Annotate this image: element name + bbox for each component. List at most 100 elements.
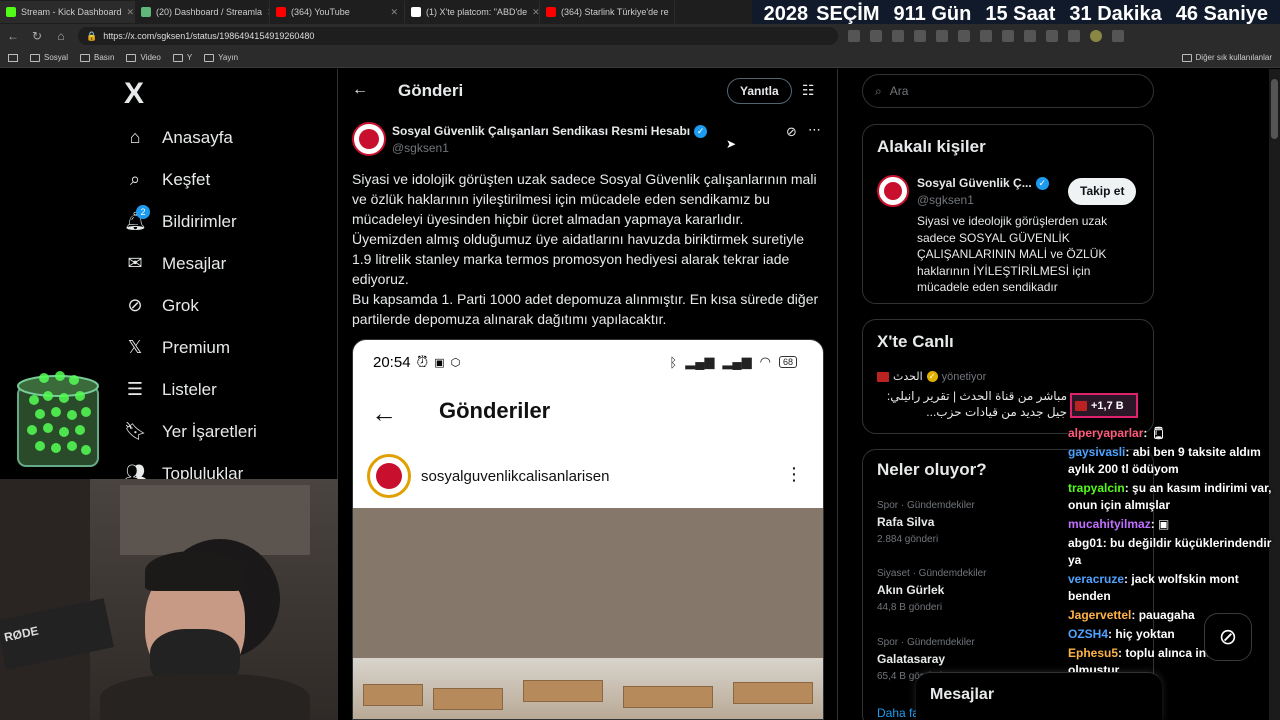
browser-tab[interactable]: (1) X'te platcom: "ABD'de ✕ [405, 1, 540, 23]
scrollbar-thumb[interactable] [1271, 79, 1278, 139]
close-icon[interactable]: ✕ [127, 7, 134, 18]
tab-title: Stream - Kick Dashboard [21, 7, 122, 17]
browser-tab[interactable]: Stream - Kick Dashboard ✕ [0, 1, 135, 23]
folder-icon [126, 53, 137, 62]
extension-icon[interactable] [870, 30, 882, 42]
battery-icon: 68 [778, 356, 797, 368]
extension-icon[interactable] [1090, 30, 1102, 42]
back-arrow-icon[interactable]: ← [352, 81, 368, 99]
browser-tab[interactable]: (364) YouTube ✕ [270, 1, 405, 23]
trend-name[interactable]: Akın Gürlek [877, 583, 944, 597]
more-vertical-icon: ⋮ [785, 464, 803, 484]
logo-emblem [376, 463, 402, 489]
extension-icon[interactable] [958, 30, 970, 42]
trend-count: 44,8 B gönderi [877, 602, 943, 613]
bookmark-sidebar-icon[interactable] [8, 53, 18, 62]
trend-name[interactable]: Galatasaray [877, 652, 945, 666]
countdown-label: SEÇİM [816, 2, 880, 25]
avatar [367, 454, 411, 498]
post-paragraph: Bu kapsamda 1. Parti 1000 adet depomuza … [352, 291, 819, 327]
nav-item-home[interactable]: ⌂ Anasayfa [124, 127, 233, 148]
extension-icon[interactable] [1068, 30, 1080, 42]
carton-box [523, 680, 603, 702]
close-icon[interactable]: ✕ [674, 7, 675, 18]
nav-item-premium[interactable]: 𝕏 Premium [124, 337, 230, 358]
search-input[interactable]: ⌕ Ara [862, 74, 1154, 108]
nav-item-notifications[interactable]: 🔔︎ 2 Bildirimler [124, 205, 237, 232]
nav-item-grok[interactable]: ⊘ Grok [124, 295, 198, 316]
browser-tab[interactable]: (20) Dashboard / Streamla✕ [135, 1, 270, 23]
tab-title: (364) YouTube [291, 7, 350, 17]
signal-icon: ▂▄▆ [685, 354, 715, 369]
notification-badge: 2 [136, 205, 150, 219]
grok-floating-button[interactable]: ⊘ [1204, 613, 1252, 661]
url-field[interactable]: 🔒 https://x.com/sgksen1/status/1986494154… [78, 27, 838, 45]
wifi-icon: ◠ [759, 354, 771, 369]
live-source[interactable]: الحدث ✓ yönetiyor [877, 370, 986, 383]
mail-icon: ✉ [127, 253, 143, 273]
extension-icon[interactable] [1046, 30, 1058, 42]
extension-icon[interactable] [848, 30, 860, 42]
settings-sliders-icon[interactable]: ☷ [802, 82, 815, 99]
webcam-feed: RØDE [0, 479, 338, 720]
youtube-icon [546, 7, 556, 17]
reply-button[interactable]: Yanıtla [727, 78, 792, 104]
post-header: ← Gönderi Yanıtla ☷ [338, 69, 839, 113]
nav-item-messages[interactable]: ✉ Mesajlar [124, 253, 226, 274]
post-author[interactable]: Sosyal Güvenlik Çalışanları Sendikası Re… [392, 124, 708, 138]
extension-icon[interactable] [1024, 30, 1036, 42]
post-paragraph: Siyasi ve idolojik görüşten uzak sadece … [352, 171, 817, 227]
post-media-image[interactable]: 20:54 ⏰︎ ▣ ⬡ ᛒ ▂▄▆ ▂▄▆ ◠ 68 ← Gönderiler sosyal… [352, 339, 824, 720]
show-more-link[interactable]: Daha fa [877, 706, 919, 720]
avatar[interactable] [877, 175, 909, 207]
back-icon[interactable]: ← [6, 29, 20, 43]
close-icon[interactable]: ✕ [390, 7, 398, 18]
streamlabs-icon [141, 7, 151, 17]
extension-icon[interactable] [980, 30, 992, 42]
verified-icon: ✓ [694, 124, 708, 138]
nav-item-explore[interactable]: ⌕ Keşfet [124, 169, 210, 190]
follow-button[interactable]: Takip et [1068, 178, 1137, 205]
shield-icon: ⬡ [450, 357, 461, 369]
countdown-days: 911 Gün [893, 2, 972, 25]
folder-icon [1181, 53, 1192, 62]
extension-icon[interactable] [936, 30, 948, 42]
home-icon[interactable]: ⌂ [54, 29, 68, 43]
trend-category: Siyaset · Gündemdekiler [877, 568, 987, 579]
bookmark-folder[interactable]: Video [126, 53, 161, 62]
grok-icon[interactable]: ⊘ [786, 124, 797, 140]
tab-title: (364) Starlink Türkiye'de re [561, 7, 669, 17]
grok-icon: ⊘ [127, 295, 143, 315]
menu-icon[interactable] [1112, 30, 1124, 42]
extension-icon[interactable] [914, 30, 926, 42]
browser-tab[interactable]: (364) Starlink Türkiye'de re ✕ [540, 1, 675, 23]
x-logo[interactable]: X [124, 77, 144, 111]
post-body: Siyasi ve idolojik görüşten uzak sadece … [352, 169, 827, 329]
related-handle[interactable]: @sgksen1 [917, 193, 974, 207]
chat-message: abg01: bu değildir küçüklerindendir ya [1068, 536, 1272, 567]
bell-icon: 🔔︎ 2 [124, 205, 150, 232]
trend-name[interactable]: Rafa Silva [877, 515, 934, 529]
bookmark-folder[interactable]: Yayın [204, 53, 238, 62]
more-icon[interactable]: ⋯ [808, 122, 821, 138]
avatar[interactable] [352, 122, 386, 156]
extension-icon[interactable] [892, 30, 904, 42]
extension-icon[interactable] [1002, 30, 1014, 42]
close-icon[interactable]: ✕ [532, 7, 539, 18]
carton-box [433, 688, 503, 710]
bookmark-folder[interactable]: Y [172, 53, 192, 62]
shirt [100, 674, 310, 720]
messages-drawer[interactable]: Mesajlar [916, 672, 1162, 720]
post-handle[interactable]: @sgksen1 [392, 141, 449, 155]
list-icon: ☰ [126, 379, 144, 399]
warehouse-photo [353, 658, 823, 719]
bookmark-folder[interactable]: Basın [80, 53, 114, 62]
bookmark-folder[interactable]: Sosyal [30, 53, 68, 62]
other-bookmarks[interactable]: Diğer sık kullanılanlar [1181, 53, 1272, 62]
bluetooth-icon: ᛒ [669, 354, 678, 370]
related-name[interactable]: Sosyal Güvenlik Ç... ✓ [917, 176, 1049, 190]
nav-item-bookmarks[interactable]: 🔖︎ Yer İşaretleri [124, 421, 257, 442]
refresh-icon[interactable]: ↻ [30, 29, 44, 43]
live-title[interactable]: مباشر من قناة الحدث | تقرير رانيلي: جيل … [877, 388, 1067, 420]
nav-item-lists[interactable]: ☰ Listeler [124, 379, 217, 400]
